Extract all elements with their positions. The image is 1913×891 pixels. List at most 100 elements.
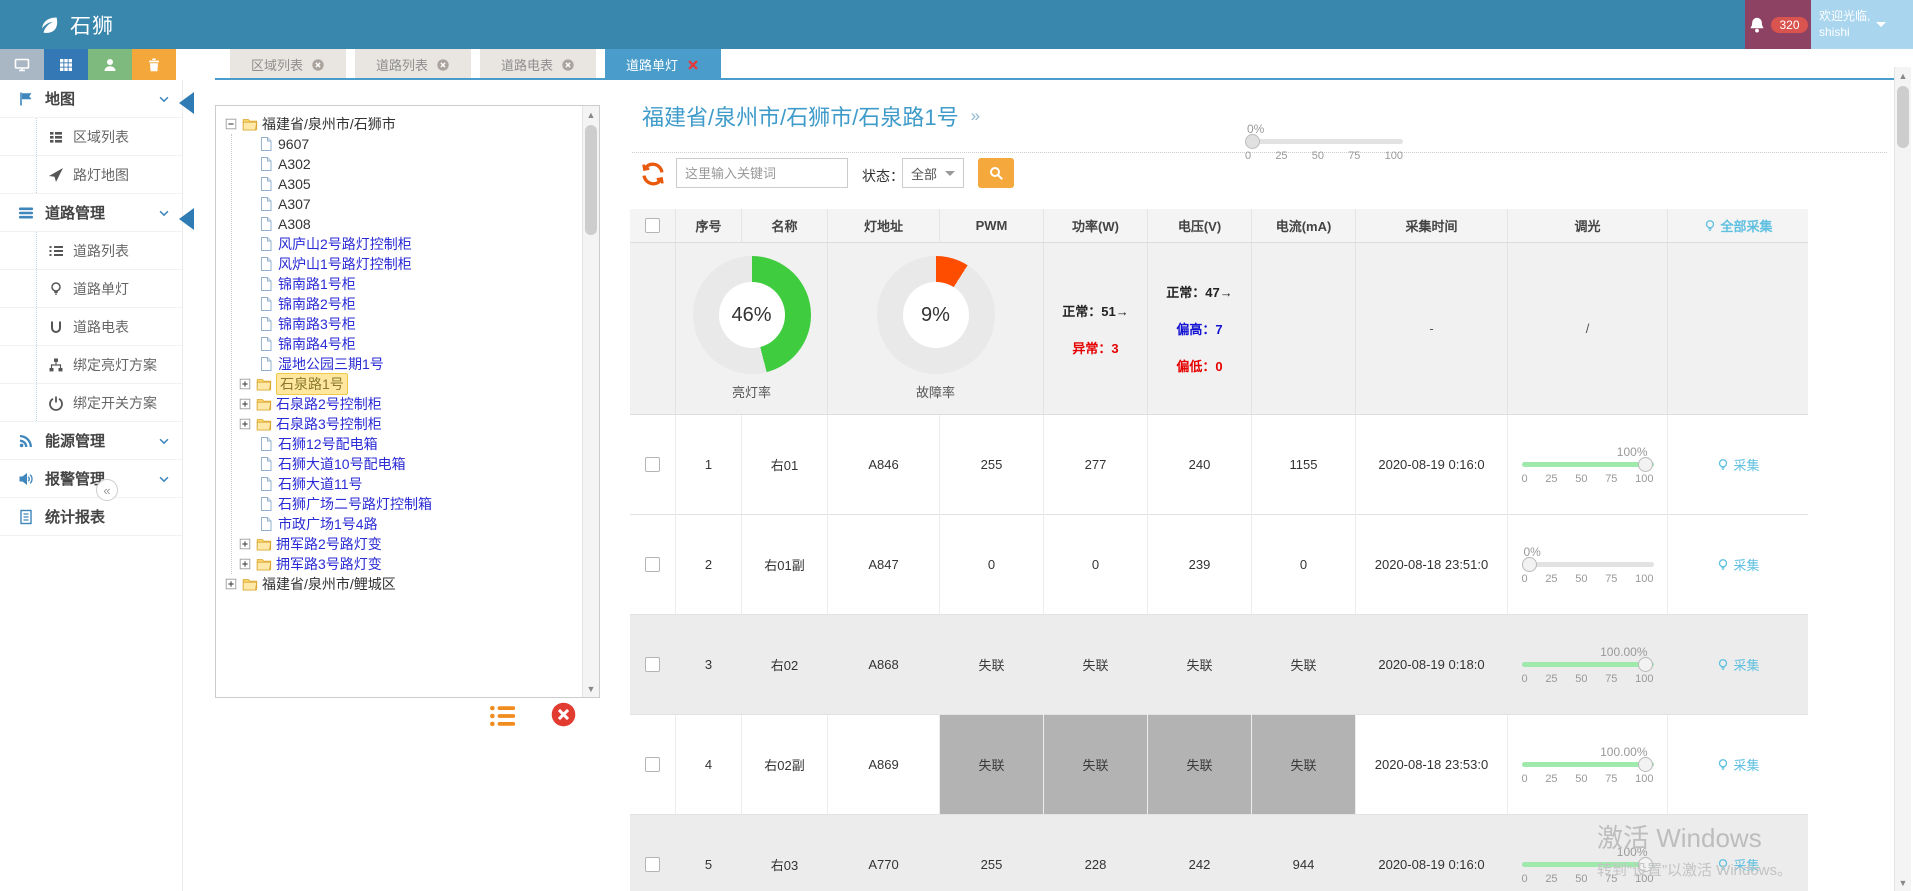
- sidebar-item-map[interactable]: 地图: [0, 80, 182, 118]
- tab-road-lamp[interactable]: 道路单灯: [605, 49, 721, 80]
- dim-slider[interactable]: 100.00%0255075100: [1522, 745, 1654, 785]
- sidebar-collapse-button[interactable]: «: [96, 479, 118, 501]
- tree-node[interactable]: 石泉路1号: [238, 374, 577, 394]
- tree-node[interactable]: 9607: [238, 134, 577, 154]
- dim-slider-handle[interactable]: [1245, 134, 1260, 149]
- tree-node[interactable]: 拥军路3号路灯变: [238, 554, 577, 574]
- monitor-button[interactable]: [0, 49, 44, 80]
- sidebar-item-road-management[interactable]: 道路管理: [0, 194, 182, 232]
- scroll-up-icon[interactable]: ▲: [1895, 67, 1911, 84]
- dim-slider-track[interactable]: [1245, 139, 1403, 144]
- sidebar-item-statistics-report[interactable]: 统计报表: [0, 498, 182, 536]
- dim-slider-handle[interactable]: [1638, 457, 1653, 472]
- tab-close-icon[interactable]: [311, 58, 325, 72]
- tree-node[interactable]: A307: [238, 194, 577, 214]
- tab-close-icon[interactable]: [436, 58, 450, 72]
- tree-node[interactable]: 锦南路3号柜: [238, 314, 577, 334]
- tree-cancel-button[interactable]: [550, 701, 577, 728]
- tree-node[interactable]: A302: [238, 154, 577, 174]
- tree-node[interactable]: 石狮广场二号路灯控制箱: [238, 494, 577, 514]
- collect-button[interactable]: 采集: [1716, 855, 1759, 874]
- tree-node[interactable]: 湿地公园三期1号: [238, 354, 577, 374]
- tab-close-icon[interactable]: [561, 58, 575, 72]
- row-checkbox[interactable]: [645, 557, 660, 572]
- breadcrumb[interactable]: 福建省/泉州市/石狮市/石泉路1号 »: [642, 100, 980, 132]
- sidebar-item-road-meter[interactable]: 道路电表: [0, 308, 182, 346]
- dim-slider-track[interactable]: [1522, 662, 1654, 667]
- dim-slider-handle[interactable]: [1638, 857, 1653, 872]
- tree-node[interactable]: 风炉山1号路灯控制柜: [238, 254, 577, 274]
- sidebar-item-road-list[interactable]: 道路列表: [0, 232, 182, 270]
- grid-button[interactable]: [44, 49, 88, 80]
- search-button[interactable]: [978, 158, 1014, 188]
- dim-slider-handle[interactable]: [1638, 757, 1653, 772]
- collect-button[interactable]: 采集: [1716, 455, 1759, 474]
- dim-slider-track[interactable]: [1522, 862, 1654, 867]
- trash-button[interactable]: [132, 49, 176, 80]
- dim-slider[interactable]: 100.00%0255075100: [1522, 645, 1654, 685]
- row-checkbox[interactable]: [645, 757, 660, 772]
- tree-node[interactable]: A308: [238, 214, 577, 234]
- tree-node[interactable]: 石狮大道11号: [238, 474, 577, 494]
- tab-road-list[interactable]: 道路列表: [355, 49, 471, 80]
- row-checkbox[interactable]: [645, 657, 660, 672]
- sidebar-item-road-lamp[interactable]: 道路单灯: [0, 270, 182, 308]
- dim-slider[interactable]: 100%0255075100: [1522, 445, 1654, 485]
- tree-node[interactable]: 锦南路1号柜: [238, 274, 577, 294]
- sidebar-item-bind-lighting-plan[interactable]: 绑定亮灯方案: [0, 346, 182, 384]
- collect-button[interactable]: 采集: [1716, 555, 1759, 574]
- select-all-checkbox[interactable]: [645, 218, 660, 233]
- row-checkbox[interactable]: [645, 457, 660, 472]
- panel-arrow-icon[interactable]: [168, 92, 194, 114]
- dim-slider-track[interactable]: [1522, 462, 1654, 467]
- tree-node[interactable]: 锦南路2号柜: [238, 294, 577, 314]
- search-input[interactable]: [676, 158, 848, 188]
- sidebar-item-bind-switch-plan[interactable]: 绑定开关方案: [0, 384, 182, 422]
- scroll-up-icon[interactable]: ▲: [583, 106, 599, 123]
- tree-node[interactable]: 锦南路4号柜: [238, 334, 577, 354]
- tree-node[interactable]: 拥军路2号路灯变: [238, 534, 577, 554]
- dim-slider-track[interactable]: [1522, 762, 1654, 767]
- scroll-down-icon[interactable]: ▼: [1895, 874, 1911, 891]
- sidebar-item-energy-management[interactable]: 能源管理: [0, 422, 182, 460]
- tab-close-icon[interactable]: [686, 58, 700, 72]
- collect-button[interactable]: 采集: [1716, 655, 1759, 674]
- collect-all-button[interactable]: 全部采集: [1703, 216, 1772, 235]
- tree-node[interactable]: 石泉路2号控制柜: [238, 394, 577, 414]
- tree-node[interactable]: 石狮大道10号配电箱: [238, 454, 577, 474]
- collect-button[interactable]: 采集: [1716, 755, 1759, 774]
- sidebar-item-alarm-management[interactable]: 报警管理: [0, 460, 182, 498]
- tree-node[interactable]: 风庐山2号路灯控制柜: [238, 234, 577, 254]
- dim-slider[interactable]: 100%0255075100: [1522, 845, 1654, 885]
- refresh-button[interactable]: [640, 161, 666, 187]
- dim-slider[interactable]: 0%0255075100: [1522, 545, 1654, 585]
- row-checkbox[interactable]: [645, 857, 660, 872]
- breadcrumb-more-icon[interactable]: »: [971, 106, 980, 126]
- panel-arrow-icon[interactable]: [168, 208, 194, 230]
- tree-node[interactable]: 市政广场1号4路: [238, 514, 577, 534]
- tab-area-list[interactable]: 区域列表: [230, 49, 346, 80]
- tree-node[interactable]: 石泉路3号控制柜: [238, 414, 577, 434]
- notifications-button[interactable]: 320: [1745, 0, 1811, 49]
- status-select[interactable]: 全部: [902, 158, 964, 188]
- main-scrollbar[interactable]: ▲ ▼: [1894, 67, 1911, 891]
- tree-scrollbar[interactable]: ▲ ▼: [582, 106, 599, 697]
- user-menu[interactable]: 欢迎光临, shishi: [1811, 0, 1913, 49]
- master-dim-slider[interactable]: 0%0255075100: [1245, 122, 1405, 162]
- tree-node[interactable]: A305: [238, 174, 577, 194]
- tree-root-node[interactable]: 福建省/泉州市/石狮市: [224, 114, 577, 134]
- tree-scrollbar-thumb[interactable]: [585, 125, 597, 235]
- dim-slider-handle[interactable]: [1638, 657, 1653, 672]
- tree-root-node[interactable]: 福建省/泉州市/鲤城区: [224, 574, 577, 594]
- sidebar-item-area-list[interactable]: 区域列表: [0, 118, 182, 156]
- main-scrollbar-thumb[interactable]: [1897, 86, 1909, 148]
- master-dim-slider-control[interactable]: 0%0255075100: [1245, 122, 1403, 162]
- user-button[interactable]: [88, 49, 132, 80]
- tree-node[interactable]: 石狮12号配电箱: [238, 434, 577, 454]
- dim-slider-track[interactable]: [1522, 562, 1654, 567]
- sidebar-item-lamp-map[interactable]: 路灯地图: [0, 156, 182, 194]
- tab-road-meter[interactable]: 道路电表: [480, 49, 596, 80]
- scroll-down-icon[interactable]: ▼: [583, 680, 599, 697]
- tree-list-button[interactable]: [488, 702, 516, 730]
- dim-slider-handle[interactable]: [1522, 557, 1537, 572]
